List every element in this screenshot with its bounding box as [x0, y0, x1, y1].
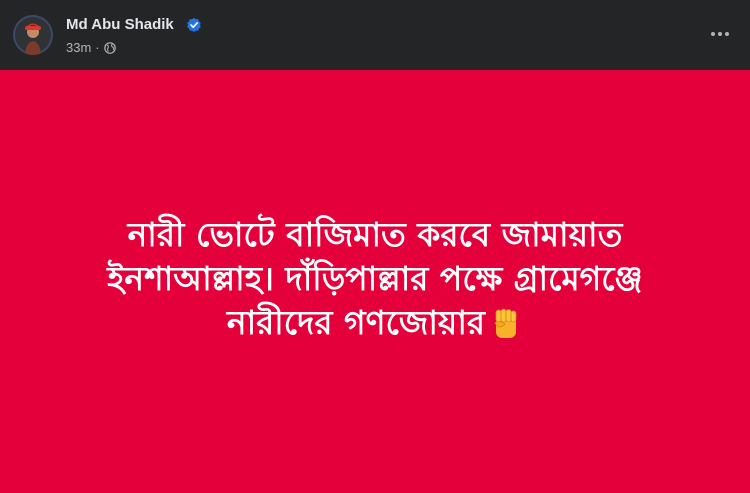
- post-text-line-3-wrap: নারীদের গণজোয়ার: [25, 301, 725, 345]
- post-text: নারী ভোটে বাজিমাত করবে জামায়াত ইনশাআল্ল…: [25, 213, 725, 345]
- post-text-line-2: ইনশাআল্লাহ। দাঁড়িপাল্লার পক্ষে গ্রামেগঞ…: [107, 259, 643, 298]
- more-options-icon: [711, 32, 729, 36]
- post-background-card: নারী ভোটে বাজিমাত করবে জামায়াত ইনশাআল্ল…: [0, 70, 750, 493]
- meta-separator: ·: [95, 40, 100, 55]
- post-meta: 33m ·: [66, 40, 116, 55]
- post-text-line-1: নারী ভোটে বাজিমাত করবে জামায়াত: [127, 215, 623, 254]
- raised-fist-emoji-icon: [494, 308, 517, 338]
- globe-icon[interactable]: [103, 41, 116, 54]
- post-time[interactable]: 33m: [66, 40, 91, 55]
- post-header: Md Abu Shadik 33m ·: [0, 0, 750, 70]
- post-text-line-3: নারীদের গণজোয়ার: [226, 303, 486, 342]
- verified-badge-icon: [187, 17, 201, 32]
- avatar[interactable]: [13, 15, 53, 55]
- more-options-button[interactable]: [706, 22, 734, 46]
- author-name[interactable]: Md Abu Shadik: [66, 16, 174, 33]
